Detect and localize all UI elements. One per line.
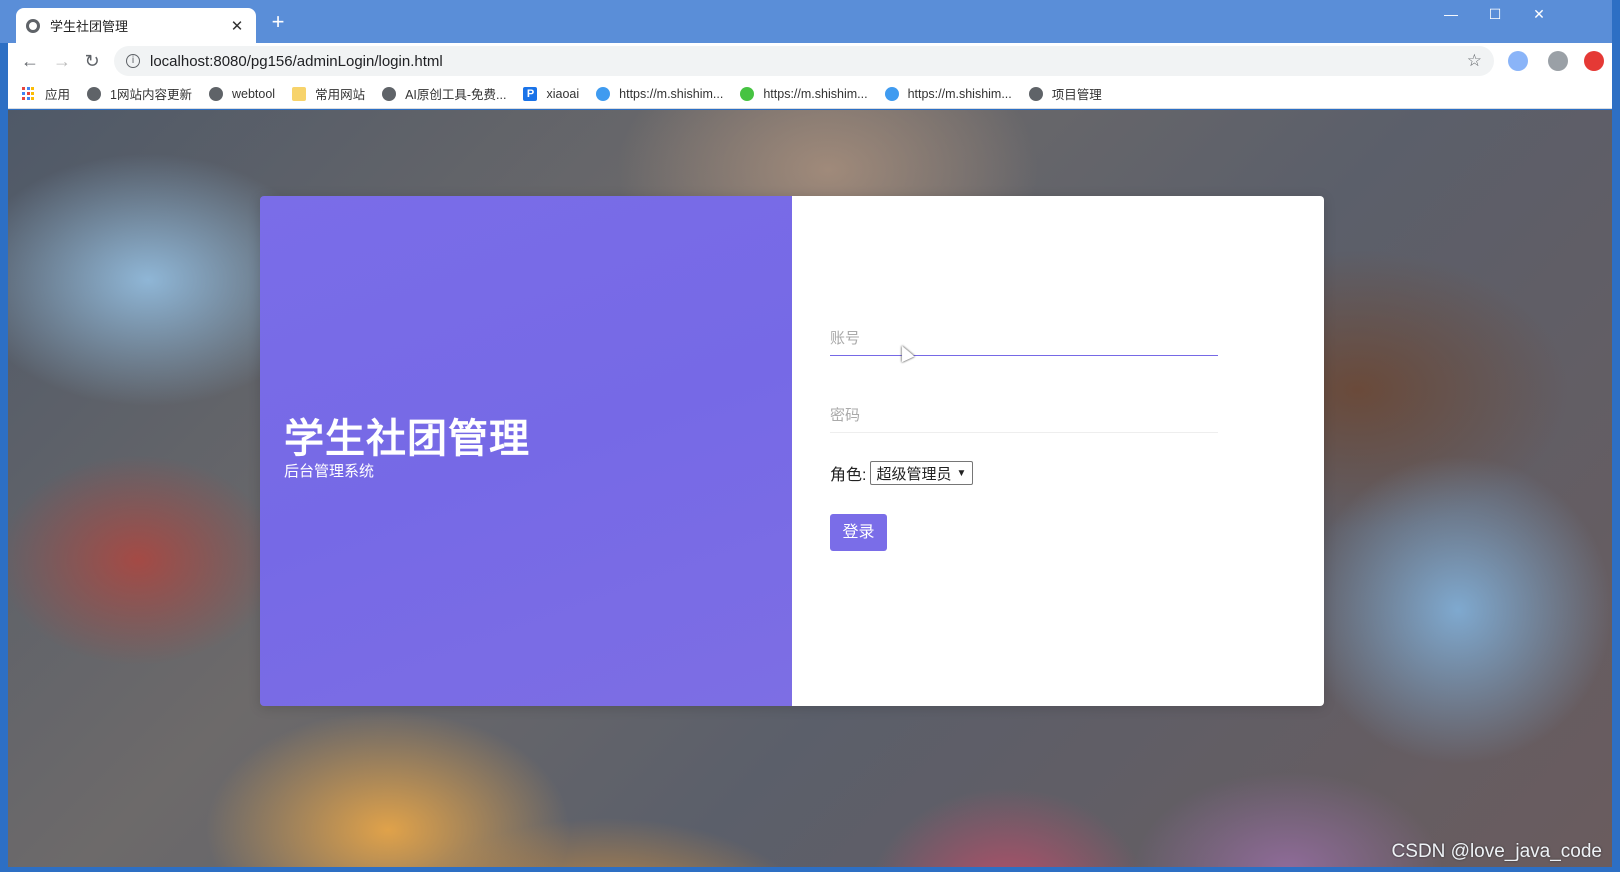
new-tab-button[interactable]: +: [268, 11, 288, 33]
globe-icon: [382, 86, 397, 101]
bookmark-item[interactable]: webtool: [208, 86, 276, 101]
address-bar[interactable]: i localhost:8080/pg156/adminLogin/login.…: [114, 46, 1494, 76]
bookmark-item[interactable]: https://m.shishim...: [740, 86, 868, 101]
minimize-button[interactable]: —: [1436, 6, 1466, 22]
back-button[interactable]: ←: [18, 49, 42, 73]
account-input[interactable]: [830, 322, 1218, 355]
bookmark-item[interactable]: P xiaoai: [523, 86, 580, 101]
desktop-edge: [1612, 0, 1620, 872]
bookmarks-bar: 应用 1网站内容更新 webtool 常用网站 AI原创工具-免费... P x…: [8, 79, 1612, 109]
bookmark-item[interactable]: 1网站内容更新: [87, 84, 192, 103]
login-card: 学生社团管理 后台管理系统 角色: 超级管理员 ▼ 登录: [260, 196, 1324, 706]
maximize-button[interactable]: ☐: [1480, 6, 1510, 23]
c-logo-icon: [884, 86, 899, 101]
close-tab-icon[interactable]: ✕: [228, 17, 246, 35]
profile-avatar[interactable]: [1548, 51, 1568, 71]
account-field: [830, 322, 1218, 356]
brand-title: 学生社团管理: [284, 416, 530, 462]
url-text[interactable]: localhost:8080/pg156/adminLogin/login.ht…: [150, 53, 1467, 70]
role-row: 角色: 超级管理员 ▼: [830, 461, 974, 485]
c-logo-icon: [596, 86, 611, 101]
page-background: 学生社团管理 后台管理系统 角色: 超级管理员 ▼ 登录 CSDN @love_…: [8, 110, 1612, 867]
folder-icon: [292, 86, 307, 101]
bookmark-label: AI原创工具-免费...: [405, 88, 507, 102]
login-button[interactable]: 登录: [830, 514, 887, 551]
bookmark-item[interactable]: 项目管理: [1028, 84, 1102, 103]
globe-icon: [208, 86, 223, 101]
globe-icon: [26, 18, 40, 33]
bookmark-label: 1网站内容更新: [110, 88, 192, 102]
browser-titlebar: 学生社团管理 ✕ + — ☐ ✕: [0, 0, 1620, 43]
bookmark-label: webtool: [231, 86, 276, 101]
login-form: 角色: 超级管理员 ▼ 登录: [792, 196, 1324, 706]
password-input[interactable]: [830, 399, 1218, 432]
bookmark-star-icon[interactable]: ☆: [1467, 51, 1482, 71]
wechat-icon: [740, 86, 755, 101]
brand-subtitle: 后台管理系统: [284, 463, 375, 480]
globe-icon: [87, 86, 102, 101]
browser-toolbar: ← → ↻ i localhost:8080/pg156/adminLogin/…: [8, 43, 1612, 79]
apps-grid-icon: [22, 86, 36, 101]
bookmark-item[interactable]: https://m.shishim...: [884, 86, 1012, 101]
browser-tab[interactable]: 学生社团管理 ✕: [16, 8, 256, 43]
bookmark-label: https://m.shishim...: [763, 86, 868, 101]
tab-title: 学生社团管理: [50, 19, 129, 34]
globe-icon: [1028, 86, 1043, 101]
role-select[interactable]: 超级管理员 ▼: [870, 461, 974, 485]
bookmark-folder[interactable]: 常用网站: [292, 84, 365, 103]
reload-button[interactable]: ↻: [80, 49, 104, 73]
password-field: [830, 399, 1218, 433]
close-window-button[interactable]: ✕: [1524, 6, 1554, 23]
bookmark-label: 应用: [45, 88, 71, 102]
site-info-icon[interactable]: i: [126, 54, 140, 68]
bookmark-label: xiaoai: [546, 86, 580, 101]
role-selected-value: 超级管理员: [876, 465, 952, 483]
brand-panel: 学生社团管理 后台管理系统: [260, 196, 792, 706]
p-logo-icon: P: [523, 86, 538, 101]
bookmark-item[interactable]: AI原创工具-免费...: [382, 84, 506, 103]
role-label: 角色:: [830, 467, 867, 484]
bookmark-label: 常用网站: [315, 88, 366, 102]
bookmark-item[interactable]: https://m.shishim...: [596, 86, 724, 101]
forward-button[interactable]: →: [50, 49, 74, 73]
bookmark-label: https://m.shishim...: [907, 86, 1012, 101]
watermark: CSDN @love_java_code: [1391, 841, 1602, 862]
bookmark-apps[interactable]: 应用: [22, 84, 70, 103]
extension-icon[interactable]: [1508, 51, 1528, 71]
bookmark-label: https://m.shishim...: [619, 86, 724, 101]
adblock-extension-icon[interactable]: [1584, 51, 1604, 71]
chevron-down-icon: ▼: [956, 467, 967, 479]
bookmark-label: 项目管理: [1051, 88, 1102, 102]
